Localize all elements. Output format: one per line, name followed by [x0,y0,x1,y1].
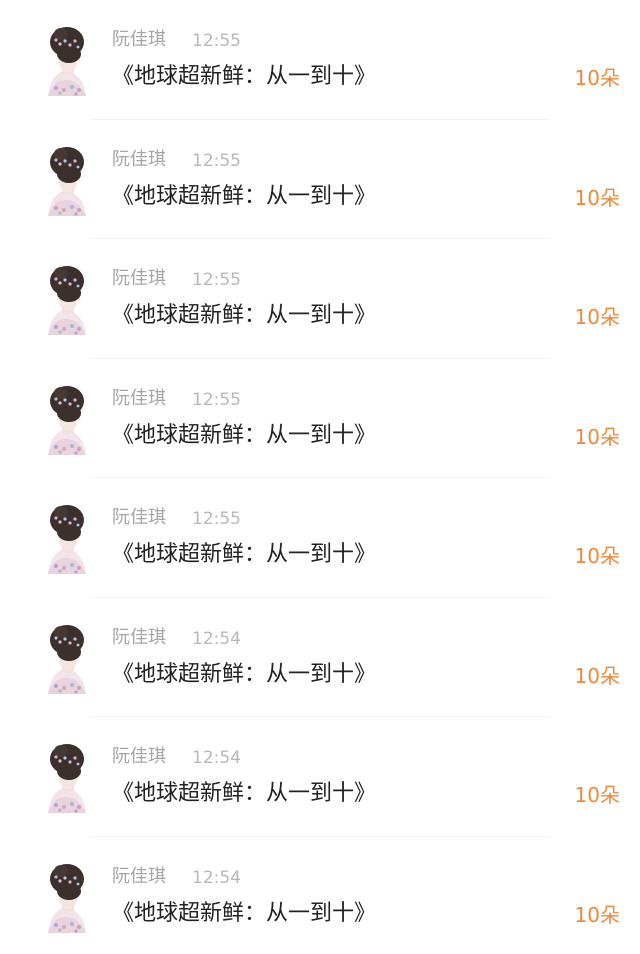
avatar-girl-icon[interactable] [38,741,94,813]
book-title: 《地球超新鲜：从一到十》 [112,781,377,806]
gift-record-list: 阮佳琪 12:55 《地球超新鲜：从一到十》 10朵 阮佳琪 12:55 《地球… [0,0,640,954]
avatar-girl-icon[interactable] [38,383,94,455]
timestamp: 12:54 [192,628,241,649]
timestamp: 12:54 [192,748,241,768]
gift-amount: 10朵 [574,544,620,568]
timestamp: 12:54 [192,867,241,888]
timestamp: 12:55 [192,150,241,171]
list-item[interactable]: 阮佳琪 12:55 《地球超新鲜：从一到十》 10朵 [0,359,640,478]
gift-amount: 10朵 [574,902,620,927]
sender-name: 阮佳琪 [112,507,166,528]
sender-name: 阮佳琪 [112,626,166,648]
gift-amount: 10朵 [574,66,620,90]
avatar-girl-icon[interactable] [38,263,94,335]
sender-name: 阮佳琪 [112,865,166,887]
avatar-girl-icon[interactable] [38,24,94,96]
gift-amount: 10朵 [574,424,620,449]
book-title: 《地球超新鲜：从一到十》 [112,900,377,926]
gift-amount: 10朵 [574,185,620,210]
list-item[interactable]: 阮佳琪 12:55 《地球超新鲜：从一到十》 10朵 [0,120,640,239]
list-item[interactable]: 阮佳琪 12:55 《地球超新鲜：从一到十》 10朵 [0,0,640,120]
avatar-girl-icon[interactable] [38,861,94,933]
list-item[interactable]: 阮佳琪 12:55 《地球超新鲜：从一到十》 10朵 [0,239,640,359]
list-item[interactable]: 阮佳琪 12:54 《地球超新鲜：从一到十》 10朵 [0,717,640,837]
book-title: 《地球超新鲜：从一到十》 [112,303,377,328]
avatar-girl-icon[interactable] [38,144,94,216]
timestamp: 12:55 [192,270,241,290]
gift-amount: 10朵 [574,783,620,807]
sender-name: 阮佳琪 [112,746,166,767]
book-title: 《地球超新鲜：从一到十》 [112,183,377,209]
gift-amount: 10朵 [574,305,620,329]
list-item[interactable]: 阮佳琪 12:55 《地球超新鲜：从一到十》 10朵 [0,478,640,598]
book-title: 《地球超新鲜：从一到十》 [112,542,377,567]
book-title: 《地球超新鲜：从一到十》 [112,64,377,89]
sender-name: 阮佳琪 [112,148,166,170]
timestamp: 12:55 [192,389,241,410]
list-item[interactable]: 阮佳琪 12:54 《地球超新鲜：从一到十》 10朵 [0,837,640,954]
sender-name: 阮佳琪 [112,387,166,409]
avatar-girl-icon[interactable] [38,622,94,694]
gift-amount: 10朵 [574,663,620,688]
timestamp: 12:55 [192,31,241,51]
book-title: 《地球超新鲜：从一到十》 [112,661,377,687]
book-title: 《地球超新鲜：从一到十》 [112,422,377,448]
timestamp: 12:55 [192,509,241,529]
sender-name: 阮佳琪 [112,268,166,289]
avatar-girl-icon[interactable] [38,502,94,574]
list-item[interactable]: 阮佳琪 12:54 《地球超新鲜：从一到十》 10朵 [0,598,640,717]
sender-name: 阮佳琪 [112,29,166,50]
